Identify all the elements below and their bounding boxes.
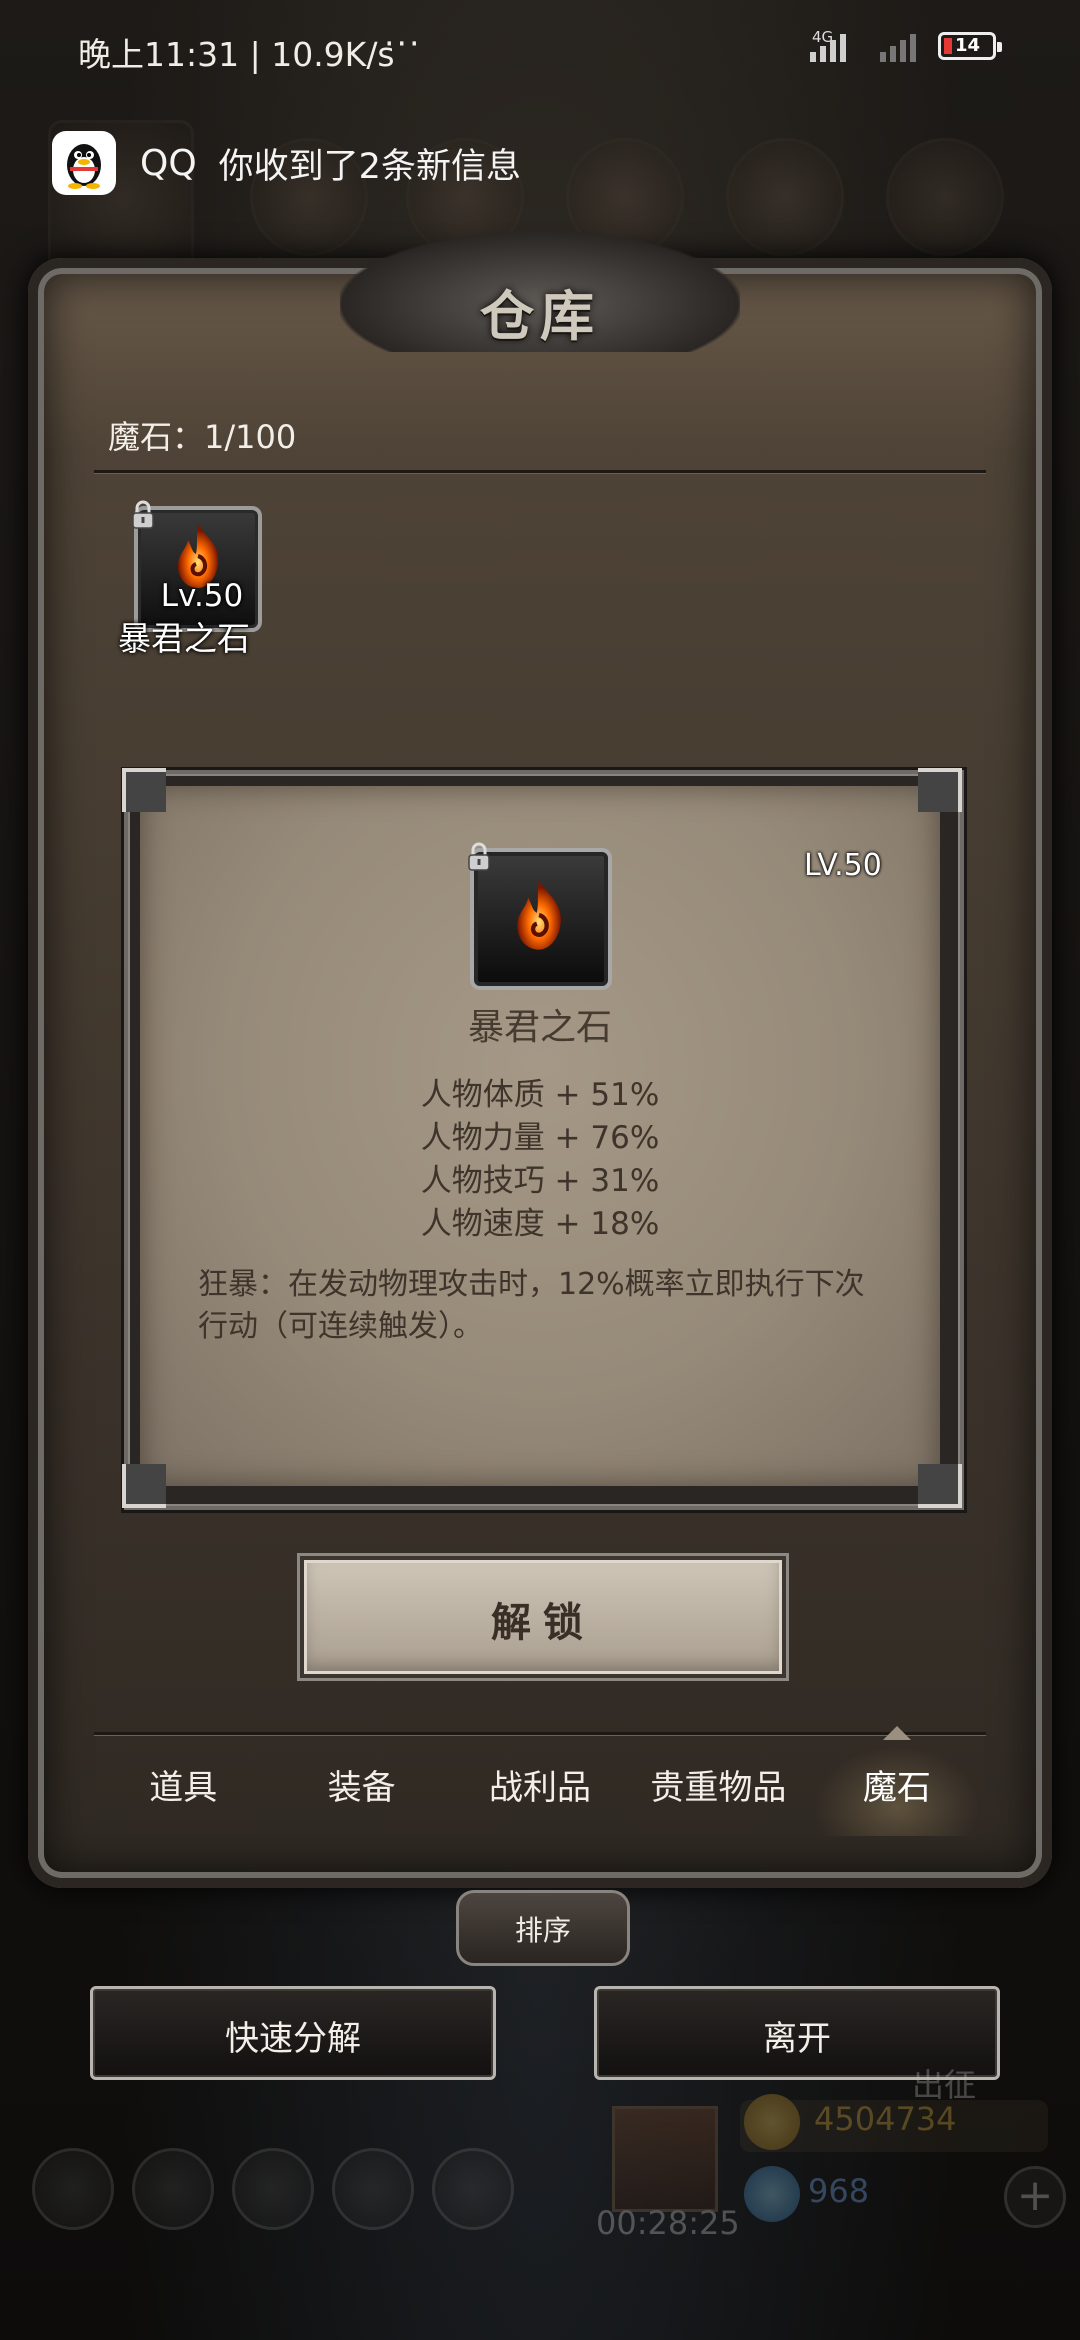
mail-icon[interactable] [332, 2148, 414, 2230]
guild-icon[interactable] [232, 2148, 314, 2230]
detail-item-slot [468, 842, 612, 990]
add-currency-button[interactable]: + [1004, 2166, 1066, 2228]
sort-label: 排序 [514, 1914, 571, 1947]
quick-decompose-button[interactable]: 快速分解 [90, 1986, 496, 2080]
card-corner [918, 1464, 962, 1508]
stats-list: 人物体质 + 51% 人物力量 + 76% 人物技巧 + 31% 人物速度 + … [0, 1074, 1080, 1246]
tab-loot[interactable]: 战利品 [451, 1740, 629, 1836]
item-level: Lv.50 [160, 578, 244, 614]
gold-coin-icon [744, 2094, 800, 2150]
detail-item-name: 暴君之石 [467, 1007, 612, 1048]
leave-label: 离开 [763, 2019, 831, 2059]
gift-timer: 00:28:25 [596, 2204, 740, 2242]
stat-constitution: 人物体质 + 51% [420, 1077, 660, 1113]
handshake-icon[interactable] [432, 2148, 514, 2230]
tab-magic-stones[interactable]: 魔石 [807, 1726, 987, 1836]
divider [94, 1732, 986, 1735]
signal-icon [810, 34, 846, 62]
unlock-button[interactable]: 解锁 [300, 1556, 786, 1678]
lock-icon [468, 842, 490, 871]
tab-label: 魔石 [862, 1768, 931, 1808]
gem-amount: 968 [808, 2172, 870, 2210]
card-corner [918, 768, 962, 812]
gift-box-icon[interactable] [612, 2106, 718, 2212]
bottom-hud: 出征 00:28:25 4504734 968 + [0, 2066, 1080, 2340]
sort-button[interactable]: 排序 [456, 1890, 630, 1966]
item-name: 暴君之石 [118, 619, 250, 658]
panel-title: 仓库 [480, 284, 600, 348]
gold-amount: 4504734 [814, 2100, 957, 2138]
stat-speed: 人物速度 + 18% [420, 1206, 660, 1242]
detail-level: LV.50 [804, 848, 882, 883]
unlock-label: 解锁 [491, 1600, 595, 1646]
tab-equipment[interactable]: 装备 [272, 1740, 450, 1836]
battery-level: 14 [955, 35, 981, 56]
qq-penguin-icon [52, 131, 116, 195]
magic-stone-count: 魔石：1/100 [108, 418, 297, 456]
skill-description: 狂暴：在发动物理攻击时，12%概率立即执行下次行动（可连续触发）。 [198, 1267, 865, 1344]
divider [94, 470, 986, 473]
gem-icon [744, 2166, 800, 2222]
stat-technique: 人物技巧 + 31% [420, 1163, 660, 1199]
quick-decompose-label: 快速分解 [225, 2019, 361, 2059]
tab-items[interactable]: 道具 [94, 1740, 272, 1836]
battery-icon: 14 [938, 32, 1002, 60]
notification-app-name: QQ [140, 142, 197, 184]
stat-strength: 人物力量 + 76% [420, 1120, 660, 1156]
hud-icon-4 [726, 138, 844, 256]
category-tabs: 道具 装备 战利品 贵重物品 魔石 [94, 1726, 987, 1836]
status-bar: 晚上11:31 | 10.9K/s ··· 4G 14 [0, 0, 1080, 96]
notification-message: 你收到了2条新信息 [218, 146, 521, 187]
status-time: 晚上11:31 | 10.9K/s [78, 35, 395, 74]
achievement-icon[interactable] [132, 2148, 214, 2230]
card-corner [122, 1464, 166, 1508]
tab-valuables[interactable]: 贵重物品 [629, 1740, 807, 1836]
flame-stone-icon [517, 880, 561, 950]
hud-icon-5 [886, 138, 1004, 256]
active-tab-marker [882, 1726, 911, 1740]
lock-icon [132, 500, 154, 529]
more-dots-icon: ··· [384, 24, 422, 63]
signal-weak-icon [880, 34, 916, 62]
card-corner [122, 768, 166, 812]
settings-icon[interactable] [32, 2148, 114, 2230]
qq-notification[interactable]: QQ 你收到了2条新信息 [52, 130, 521, 196]
